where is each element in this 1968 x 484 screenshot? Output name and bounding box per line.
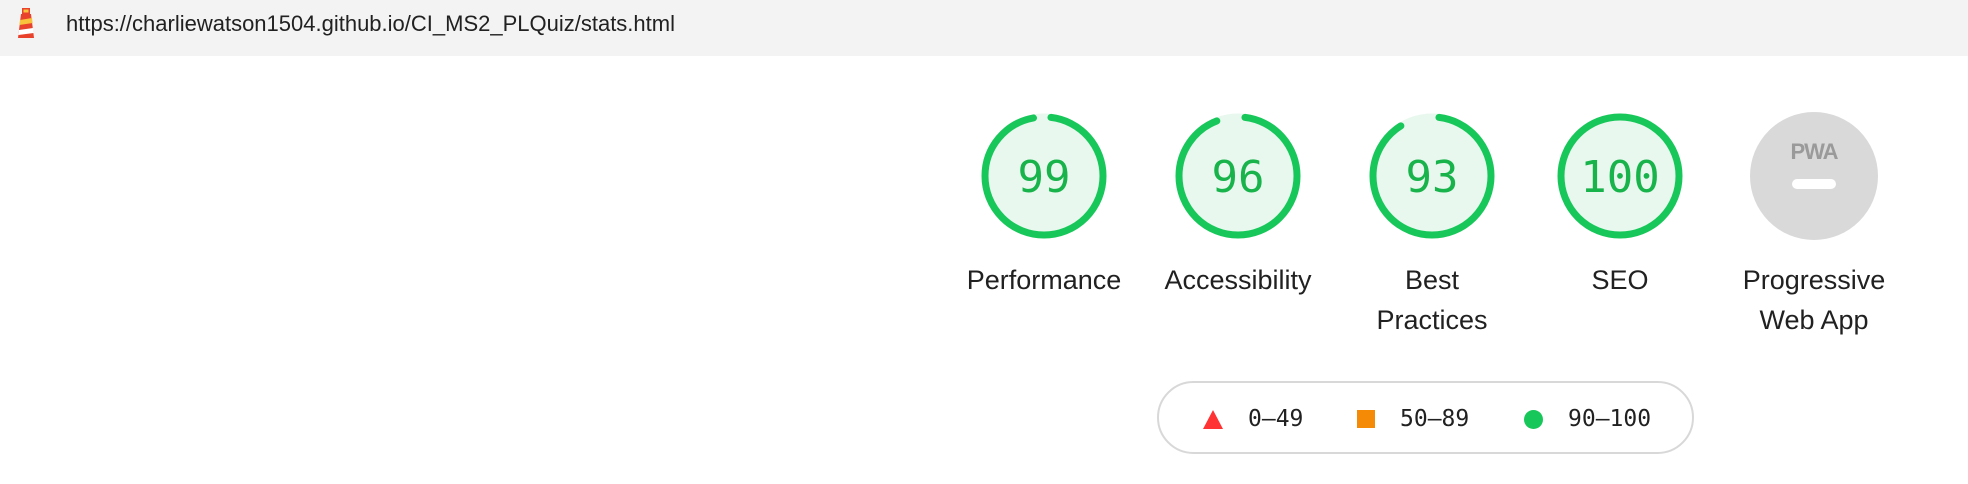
- performance-label-line-1: Performance: [966, 265, 1122, 295]
- performance-label: Performance: [944, 260, 1144, 300]
- lighthouse-icon: [18, 8, 34, 38]
- pwa-label: Progressive Web App: [1714, 260, 1914, 340]
- pwa-badge-icon: PWA: [1750, 112, 1878, 240]
- seo-gauge-ring: 100: [1557, 113, 1683, 239]
- gauge-best-practices[interactable]: 93 Best Practices: [1332, 110, 1532, 340]
- legend-range-pass: 90–100: [1568, 406, 1652, 432]
- seo-score: 100: [1580, 152, 1659, 203]
- best-practices-label: Best Practices: [1332, 260, 1532, 340]
- best-practices-label-line-2: Practices: [1376, 305, 1488, 335]
- pwa-badge-text: PWA: [1790, 139, 1838, 164]
- pwa-label-line-2: Web App: [1759, 305, 1869, 335]
- pwa-dash-icon: [1792, 179, 1836, 189]
- accessibility-score: 96: [1212, 152, 1265, 203]
- seo-label: SEO: [1520, 260, 1720, 300]
- gauge-pwa[interactable]: PWA Progressive Web App: [1714, 110, 1914, 340]
- best-practices-gauge-ring: 93: [1369, 113, 1495, 239]
- gauge-performance[interactable]: 99 Performance: [944, 110, 1144, 300]
- red-triangle-icon: [1203, 409, 1223, 429]
- gauge-accessibility[interactable]: 96 Accessibility: [1138, 110, 1338, 300]
- performance-gauge-ring: 99: [981, 113, 1107, 239]
- legend-item-fail: 0–49: [1203, 405, 1303, 433]
- accessibility-label-line-1: Accessibility: [1164, 265, 1312, 295]
- green-circle-icon: [1524, 409, 1543, 429]
- legend-range-fail: 0–49: [1248, 406, 1304, 432]
- accessibility-gauge-ring: 96: [1175, 113, 1301, 239]
- performance-score: 99: [1018, 152, 1071, 203]
- accessibility-label: Accessibility: [1138, 260, 1338, 300]
- report-url-bar: https://charliewatson1504.github.io/CI_M…: [0, 0, 1968, 56]
- pwa-label-line-1: Progressive: [1742, 265, 1886, 295]
- legend-item-pass: 90–100: [1524, 405, 1651, 433]
- best-practices-label-line-1: Best: [1404, 265, 1460, 295]
- legend-item-average: 50–89: [1357, 405, 1469, 433]
- report-url[interactable]: https://charliewatson1504.github.io/CI_M…: [66, 10, 675, 38]
- score-scale-legend: 0–49 50–89 90–100: [1157, 381, 1694, 454]
- seo-label-line-1: SEO: [1591, 265, 1649, 295]
- legend-range-average: 50–89: [1400, 406, 1470, 432]
- best-practices-score: 93: [1406, 152, 1459, 203]
- orange-square-icon: [1357, 410, 1375, 428]
- gauge-seo[interactable]: 100 SEO: [1520, 110, 1720, 300]
